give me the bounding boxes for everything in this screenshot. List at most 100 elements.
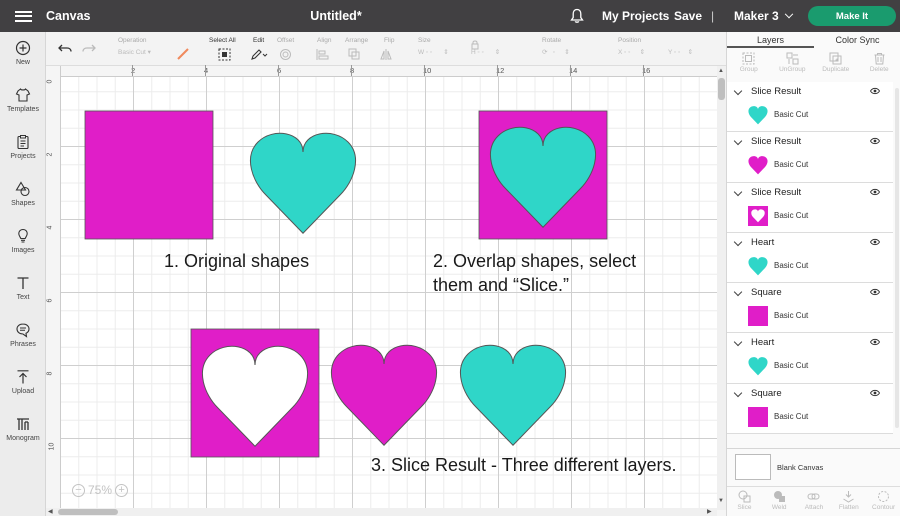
layers-scroll-thumb[interactable] bbox=[895, 88, 899, 428]
layer-item-slice-result-2[interactable]: Slice Result Basic Cut bbox=[727, 132, 893, 183]
layer-item-slice-result-1[interactable]: Slice Result Basic Cut bbox=[727, 82, 893, 133]
horizontal-scrollbar[interactable]: ◀ ▶ bbox=[46, 508, 717, 516]
flip-icon[interactable] bbox=[380, 48, 398, 61]
ruler-top-tick bbox=[278, 65, 279, 76]
weld-button[interactable]: Weld bbox=[762, 487, 797, 516]
eye-icon[interactable] bbox=[870, 137, 880, 145]
original-square-shape[interactable] bbox=[84, 110, 214, 240]
layer-item-heart-2[interactable]: Heart Basic Cut bbox=[727, 333, 893, 384]
align-group[interactable]: Align bbox=[317, 37, 331, 44]
chevron-down-icon[interactable] bbox=[733, 187, 743, 196]
offset-icon[interactable] bbox=[279, 48, 297, 61]
machine-selector[interactable]: Maker 3 bbox=[734, 9, 794, 23]
blank-canvas-swatch[interactable] bbox=[735, 454, 771, 480]
contour-button[interactable]: Contour bbox=[866, 487, 900, 516]
arrange-group[interactable]: Arrange bbox=[345, 37, 368, 44]
sidebar-item-text[interactable]: Text bbox=[0, 275, 46, 301]
delete-button[interactable]: Delete bbox=[858, 50, 900, 78]
ruler-top: 2 4 6 8 10 12 14 16 bbox=[61, 65, 717, 77]
offset-group[interactable]: Offset bbox=[277, 37, 294, 44]
chevron-down-icon[interactable] bbox=[733, 137, 743, 146]
redo-icon[interactable] bbox=[82, 44, 96, 54]
group-button[interactable]: Group bbox=[727, 50, 771, 78]
chevron-down-icon[interactable] bbox=[733, 86, 743, 96]
slice-magenta-heart[interactable] bbox=[330, 344, 438, 446]
ungroup-button[interactable]: UnGroup bbox=[771, 50, 815, 78]
make-it-button[interactable]: Make It bbox=[808, 6, 896, 26]
scroll-up-arrow-icon[interactable]: ▲ bbox=[718, 68, 724, 74]
blank-canvas-row[interactable]: Blank Canvas bbox=[727, 448, 900, 486]
layer-item-heart-1[interactable]: Heart Basic Cut bbox=[727, 232, 893, 284]
scroll-down-arrow-icon[interactable]: ▼ bbox=[718, 498, 724, 504]
vertical-scrollbar[interactable]: ▲ ▼ bbox=[717, 66, 726, 510]
layer-item-square-1[interactable]: Square Basic Cut bbox=[727, 283, 893, 334]
vertical-scroll-thumb[interactable] bbox=[718, 78, 725, 100]
zoom-out-button[interactable]: − bbox=[72, 483, 85, 497]
tab-layers[interactable]: Layers bbox=[727, 32, 814, 48]
select-all-icon[interactable] bbox=[218, 48, 231, 61]
position-x-field[interactable]: X ◦ ◦ ⇕ bbox=[618, 48, 645, 60]
flatten-button[interactable]: Flatten bbox=[831, 487, 866, 516]
zoom-in-button[interactable]: + bbox=[115, 483, 129, 497]
layer-operation: Basic Cut bbox=[774, 110, 809, 119]
sidebar-item-shapes[interactable]: Shapes bbox=[0, 181, 46, 207]
layer-item-square-2[interactable]: Square Basic Cut bbox=[727, 383, 893, 435]
edit-group[interactable]: Edit bbox=[253, 37, 264, 44]
ruler-top-tick bbox=[351, 65, 352, 76]
tab-color-sync[interactable]: Color Sync bbox=[814, 32, 900, 48]
position-y-field[interactable]: Y ◦ ◦ ⇕ bbox=[668, 48, 693, 60]
chevron-down-icon[interactable] bbox=[733, 237, 743, 247]
sidebar-item-templates[interactable]: Templates bbox=[0, 87, 46, 113]
rotate-group: Rotate bbox=[542, 37, 561, 44]
pen-color-icon[interactable] bbox=[176, 48, 190, 60]
bell-icon[interactable] bbox=[570, 8, 584, 24]
horizontal-scroll-thumb[interactable] bbox=[58, 509, 118, 515]
size-width-field[interactable]: W ◦ ◦ ⇕ bbox=[418, 48, 449, 60]
duplicate-button[interactable]: Duplicate bbox=[814, 50, 858, 78]
offset-label: Offset bbox=[277, 37, 295, 44]
eye-icon[interactable] bbox=[870, 188, 880, 196]
operation-select[interactable]: Basic Cut ▾ bbox=[118, 48, 170, 60]
edit-label: Edit bbox=[253, 37, 265, 44]
scroll-right-arrow-icon[interactable]: ▶ bbox=[707, 508, 712, 515]
select-all-group[interactable]: Select All bbox=[209, 37, 236, 44]
slice-teal-heart[interactable] bbox=[459, 344, 567, 446]
slice-icon bbox=[738, 490, 751, 503]
align-icon[interactable] bbox=[316, 48, 334, 61]
arrange-icon[interactable] bbox=[348, 48, 366, 61]
layer-thumbnail bbox=[747, 205, 769, 227]
eye-icon[interactable] bbox=[870, 389, 880, 397]
scroll-left-arrow-icon[interactable]: ◀ bbox=[48, 508, 53, 515]
operation-label: Operation bbox=[118, 37, 147, 44]
chevron-down-icon[interactable] bbox=[733, 388, 743, 398]
rotate-field[interactable]: ⟳ ◦ ⇕ bbox=[542, 48, 570, 60]
sidebar-item-upload[interactable]: Upload bbox=[0, 369, 46, 395]
eye-icon[interactable] bbox=[870, 338, 880, 346]
layer-item-slice-result-3[interactable]: Slice Result Basic Cut bbox=[727, 182, 893, 233]
chevron-down-icon[interactable] bbox=[733, 287, 743, 297]
chevron-down-icon[interactable] bbox=[733, 338, 743, 347]
my-projects-link[interactable]: My Projects bbox=[602, 9, 669, 23]
layers-scrollbar[interactable] bbox=[893, 82, 900, 448]
undo-icon[interactable] bbox=[58, 44, 72, 54]
save-button[interactable]: Save bbox=[674, 9, 702, 23]
edit-pen-icon[interactable] bbox=[250, 48, 268, 61]
hamburger-menu-icon[interactable] bbox=[0, 0, 46, 32]
sidebar-item-monogram[interactable]: Monogram bbox=[0, 416, 46, 442]
eye-icon[interactable] bbox=[870, 288, 880, 296]
sidebar-item-new[interactable]: New bbox=[0, 40, 46, 66]
eye-icon[interactable] bbox=[870, 238, 880, 246]
original-heart-shape[interactable] bbox=[249, 132, 357, 234]
flip-group[interactable]: Flip bbox=[384, 37, 394, 44]
sidebar-item-images[interactable]: Images bbox=[0, 228, 46, 254]
panel-tabs: Layers Color Sync bbox=[727, 32, 900, 48]
attach-button[interactable]: Attach bbox=[797, 487, 832, 516]
operation-value: Basic Cut bbox=[118, 49, 146, 56]
size-height-field[interactable]: H ◦ ◦ ⇕ bbox=[471, 48, 500, 60]
sidebar-item-phrases[interactable]: Phrases bbox=[0, 322, 46, 348]
sidebar-item-projects[interactable]: Projects bbox=[0, 134, 46, 160]
slice-button[interactable]: Slice bbox=[727, 487, 762, 516]
design-canvas[interactable]: 1. Original shapes 2. Overlap shapes, se… bbox=[61, 77, 717, 508]
select-all-label: Select All bbox=[209, 37, 236, 44]
eye-icon[interactable] bbox=[870, 87, 880, 95]
